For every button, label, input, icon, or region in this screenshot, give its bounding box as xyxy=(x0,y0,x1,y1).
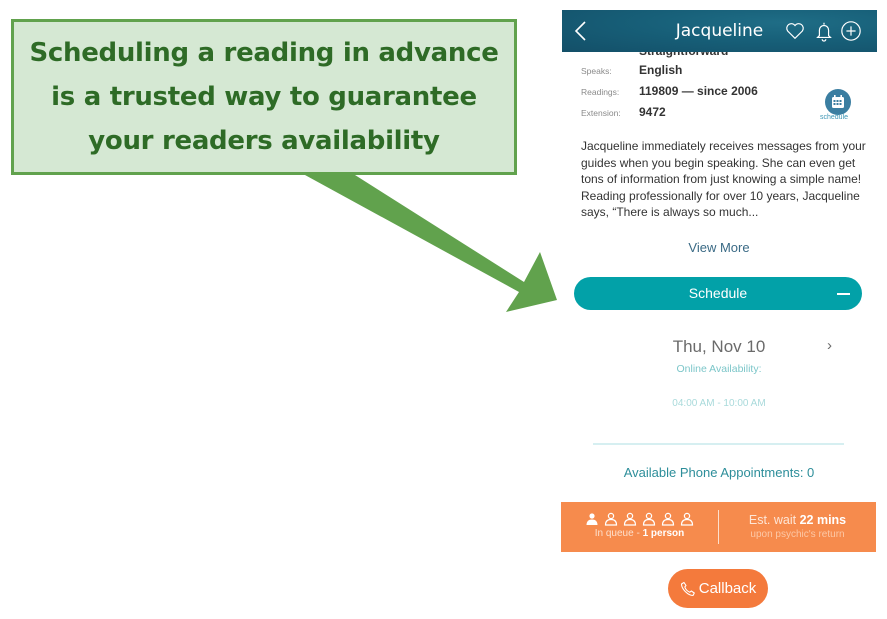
wait-section: Est. wait 22 mins upon psychic's return xyxy=(719,502,876,552)
person-outline-icon xyxy=(623,512,637,526)
queue-section: In queue - 1 person xyxy=(561,502,718,552)
extension-value: 9472 xyxy=(639,105,666,119)
annotation-callout-text: Scheduling a reading in advance is a tru… xyxy=(29,38,499,156)
speaks-label: Speaks: xyxy=(581,66,612,76)
person-filled-icon xyxy=(586,513,598,525)
chevron-right-icon[interactable]: › xyxy=(827,337,832,354)
profile-header: Jacqueline xyxy=(562,10,877,52)
schedule-shortcut-label: schedule xyxy=(820,114,849,121)
view-more-link[interactable]: View More xyxy=(561,240,877,255)
callback-label: Callback xyxy=(698,580,757,597)
plus-circle-icon[interactable] xyxy=(840,20,862,42)
queue-status-bar: In queue - 1 person Est. wait 22 mins up… xyxy=(561,502,876,552)
readings-label: Readings: xyxy=(581,87,620,97)
person-outline-icon xyxy=(680,512,694,526)
heart-icon[interactable] xyxy=(784,20,806,42)
estimated-wait: Est. wait 22 mins xyxy=(719,513,876,527)
wait-value: 22 mins xyxy=(799,513,847,527)
queue-person-icons xyxy=(585,512,694,526)
queue-prefix: In queue - xyxy=(594,528,643,539)
bell-icon[interactable] xyxy=(813,20,835,42)
phone-icon xyxy=(680,581,695,596)
phone-appointments-count: Available Phone Appointments: 0 xyxy=(623,465,815,480)
availability-time-range: 04:00 AM - 10:00 AM xyxy=(672,398,766,409)
callback-button[interactable]: Callback xyxy=(668,569,768,608)
online-availability-label: Online Availability: xyxy=(676,363,762,375)
schedule-button-label: Schedule xyxy=(688,285,748,301)
queue-count: 1 person xyxy=(642,528,685,539)
person-outline-icon xyxy=(642,512,656,526)
schedule-shortcut-button[interactable] xyxy=(825,89,851,115)
annotation-callout: Scheduling a reading in advance is a tru… xyxy=(11,19,517,175)
psychic-bio: Jacqueline immediately receives messages… xyxy=(581,139,866,219)
annotation-arrow-shape xyxy=(305,175,557,312)
wait-prefix: Est. wait xyxy=(748,513,800,527)
person-outline-icon xyxy=(604,512,618,526)
readings-value: 119809 — since 2006 xyxy=(639,84,758,98)
wait-subtext: upon psychic's return xyxy=(750,529,845,540)
queue-count-text: In queue - 1 person xyxy=(561,528,718,539)
schedule-toggle-button[interactable]: Schedule xyxy=(574,277,862,310)
calendar-icon xyxy=(832,95,844,108)
section-divider xyxy=(593,443,844,445)
psychic-profile-panel: Straightforward Jacqueline Speaks: Engli… xyxy=(561,0,877,619)
speaks-value: English xyxy=(639,63,683,77)
minus-icon xyxy=(837,293,850,295)
person-outline-icon xyxy=(661,512,675,526)
extension-label: Extension: xyxy=(581,108,621,118)
